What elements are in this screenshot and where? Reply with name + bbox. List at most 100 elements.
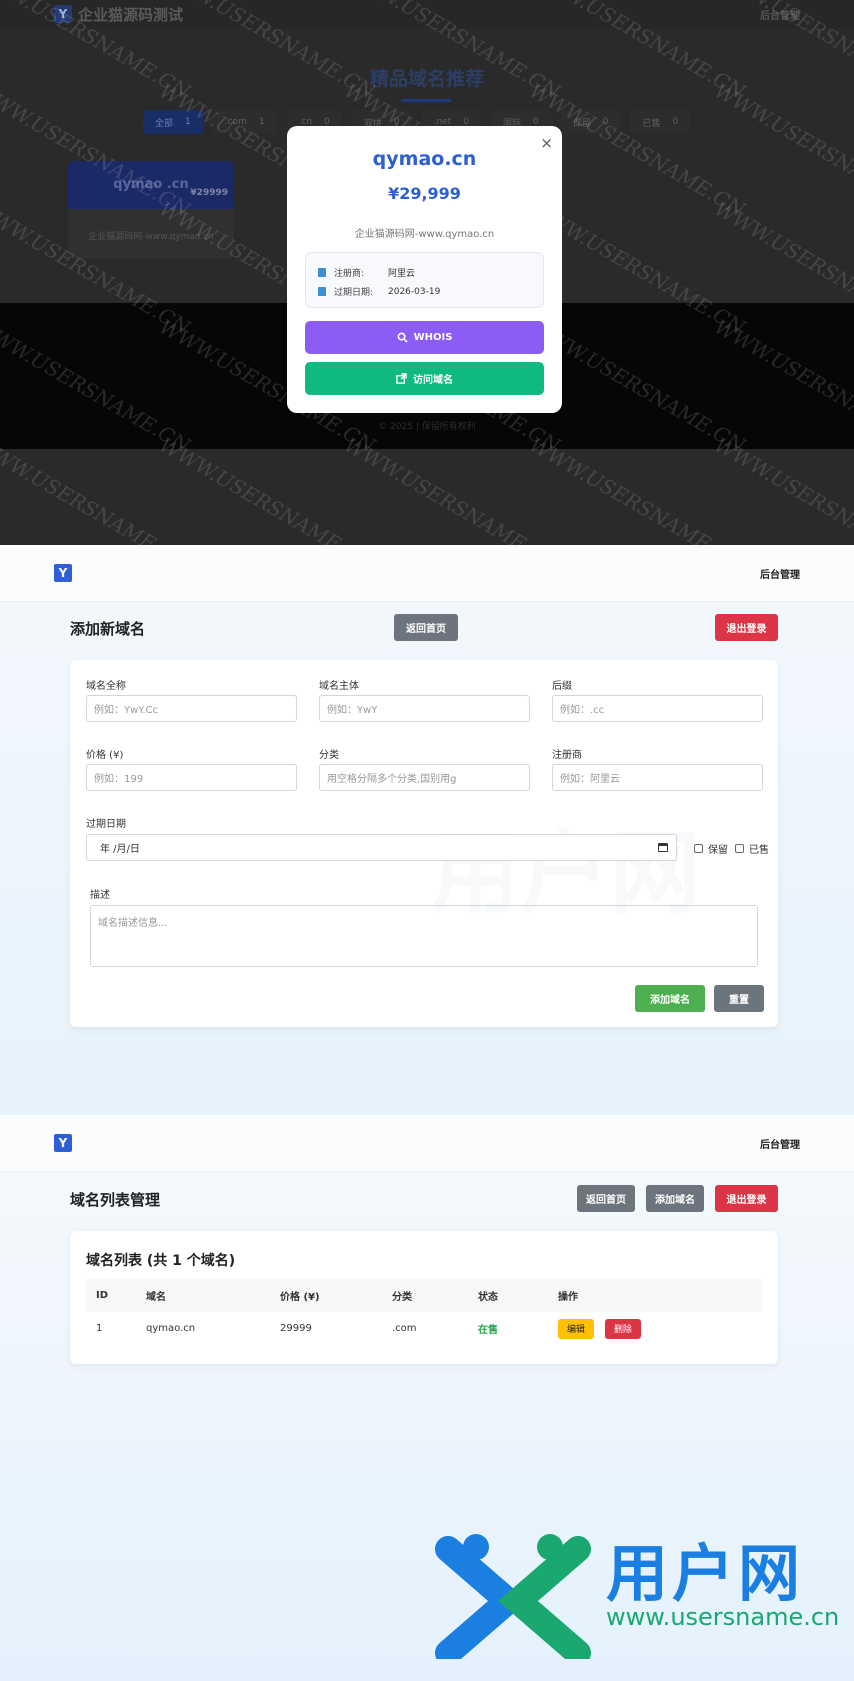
col-status: 状态: [478, 1292, 498, 1303]
filter-label: 保留: [572, 118, 591, 129]
building-icon: [318, 268, 326, 277]
watermark-text: WWW.USERSNAME.CN: [340, 432, 565, 545]
filter-com[interactable]: .com 1: [212, 110, 277, 134]
cell-category: .com: [392, 1323, 417, 1334]
sold-label: 已售: [749, 845, 769, 856]
date-format: 年 /月/日: [100, 844, 140, 855]
checkbox-box[interactable]: [735, 844, 744, 853]
domain-detail-modal: × qymao.cn ¥29,999 企业猫源码网-www.qymao.cn 注…: [287, 126, 562, 413]
full-domain-input[interactable]: 例如：YwY.Cc: [86, 695, 297, 722]
add-domain-page: Y 后台管理 添加新域名 返回首页 退出登录 用户网 域名全称 例如：YwY.C…: [0, 545, 854, 1115]
site-logo[interactable]: Y: [54, 5, 72, 23]
admin-logo[interactable]: Y: [54, 564, 72, 582]
category-input[interactable]: 用空格分隔多个分类,国别用g: [319, 764, 530, 791]
registrar-value: 阿里云: [388, 269, 416, 279]
whois-button[interactable]: WHOIS: [305, 321, 544, 354]
filter-label: .com: [224, 117, 247, 127]
section-title: 精品域名推荐: [369, 68, 484, 90]
modal-info-box: 注册商: 阿里云 过期日期: 2026-03-19: [305, 252, 544, 308]
list-title: 域名列表 (共 1 个域名): [86, 1253, 236, 1269]
domain-card[interactable]: qymao .cn ¥29999 企业猫源码网-www.qymao.cn: [68, 161, 234, 259]
whois-label: WHOIS: [413, 332, 453, 343]
brand-logo: 用户网 www.usersname.cn: [428, 1515, 854, 1681]
back-home-button[interactable]: 返回首页: [577, 1185, 635, 1212]
domain-main-input[interactable]: 例如：YwY: [319, 695, 530, 722]
section-underline: [401, 99, 451, 102]
checkbox-box[interactable]: [694, 844, 703, 853]
search-icon: [397, 332, 408, 343]
suffix-label: 后缀: [552, 681, 572, 692]
watermark-text: WWW.USERSNAME.CN: [525, 432, 750, 545]
modal-domain-name: qymao.cn: [372, 148, 477, 170]
add-domain-button[interactable]: 添加域名: [646, 1185, 704, 1212]
col-price: 价格 (¥): [280, 1292, 320, 1303]
filter-sold[interactable]: 已售 0: [630, 110, 691, 134]
domain-main-label: 域名主体: [319, 681, 359, 692]
col-category: 分类: [392, 1292, 412, 1303]
filter-count: 0: [602, 117, 609, 127]
brand-x-icon: [435, 1534, 591, 1659]
page-title: 添加新域名: [70, 620, 146, 638]
expiry-date-input[interactable]: 年 /月/日: [86, 834, 677, 861]
calendar-icon[interactable]: [658, 843, 668, 852]
description-textarea[interactable]: 域名描述信息...: [90, 905, 758, 967]
filter-count: 0: [672, 117, 679, 127]
visit-label: 访问域名: [413, 375, 453, 386]
reserved-label: 保留: [708, 845, 728, 856]
reserved-checkbox[interactable]: 保留: [694, 841, 728, 856]
admin-navbar: Y 后台管理: [0, 1115, 854, 1172]
watermark-text: WWW.USERSNAME.CN: [0, 432, 195, 545]
watermark-text: WWW.USERSNAME.CN: [155, 432, 380, 545]
price-input[interactable]: 例如：199: [86, 764, 297, 791]
reset-button[interactable]: 重置: [714, 985, 764, 1012]
admin-navbar: Y 后台管理: [0, 545, 854, 602]
delete-button[interactable]: 删除: [605, 1318, 642, 1339]
registrar-label: 注册商: [552, 750, 582, 761]
add-domain-button[interactable]: 添加域名: [635, 985, 705, 1012]
logout-button[interactable]: 退出登录: [715, 1185, 778, 1212]
watermark-text: WWW.USERSNAME.CN: [710, 432, 854, 545]
back-home-button[interactable]: 返回首页: [394, 614, 458, 641]
table-header: ID 域名 价格 (¥) 分类 状态 操作: [86, 1279, 762, 1312]
admin-nav-link[interactable]: 后台管理: [760, 566, 800, 581]
card-description: 企业猫源码网-www.qymao.cn: [88, 232, 214, 242]
cell-price: 29999: [280, 1323, 312, 1334]
add-domain-form: 用户网 域名全称 例如：YwY.Cc 域名主体 例如：YwY 后缀 例如：.cc…: [70, 660, 778, 1027]
price-label: 价格 (¥): [86, 750, 124, 761]
card-price: ¥29999: [190, 188, 228, 198]
category-label: 分类: [319, 750, 339, 761]
domain-list-card: 域名列表 (共 1 个域名) ID 域名 价格 (¥) 分类 状态 操作 1 q…: [70, 1231, 778, 1364]
page-title: 域名列表管理: [70, 1191, 161, 1209]
calendar-icon: [318, 287, 326, 296]
admin-nav-link[interactable]: 后台管理: [760, 1136, 800, 1151]
modal-description: 企业猫源码网-www.qymao.cn: [354, 229, 495, 240]
filter-label: 已售: [642, 118, 661, 129]
admin-link[interactable]: 后台管理: [760, 7, 800, 22]
storefront-preview: Y 企业猫源码测试 后台管理 精品域名推荐 全部 1 .com 1 .cn 0 双拼 0…: [0, 0, 854, 545]
cell-id: 1: [96, 1323, 103, 1334]
full-domain-label: 域名全称: [86, 681, 126, 692]
suffix-input[interactable]: 例如：.cc: [552, 695, 763, 722]
registrar-input[interactable]: 例如：阿里云: [552, 764, 763, 791]
modal-price: ¥29,999: [388, 184, 461, 203]
copyright: © 2025 | 保留所有权利: [378, 422, 476, 432]
col-id: ID: [96, 1290, 109, 1301]
filter-label: 全部: [155, 118, 174, 129]
filter-all[interactable]: 全部 1: [143, 110, 203, 134]
edit-button[interactable]: 编辑: [558, 1318, 595, 1339]
registrar-label: 注册商:: [334, 269, 365, 279]
external-link-icon: [396, 373, 407, 384]
status-badge: 在售: [478, 1325, 498, 1336]
filter-reserved[interactable]: 保留 0: [560, 110, 621, 134]
sold-checkbox[interactable]: 已售: [735, 841, 769, 856]
domain-table: ID 域名 价格 (¥) 分类 状态 操作 1 qymao.cn 29999 .…: [86, 1279, 762, 1345]
visit-domain-button[interactable]: 访问域名: [305, 362, 544, 395]
brand-chinese-name: 用户网: [606, 1537, 805, 1610]
expiry-value: 2026-03-19: [388, 286, 441, 297]
site-title: 企业猫源码测试: [78, 5, 184, 24]
domain-list-page: Y 后台管理 域名列表管理 返回首页 添加域名 退出登录 域名列表 (共 1 个…: [0, 1115, 854, 1681]
filter-count: 1: [258, 117, 265, 127]
expiry-row: 过期日期: 2026-03-19: [318, 282, 531, 301]
logout-button[interactable]: 退出登录: [715, 614, 778, 641]
admin-logo[interactable]: Y: [54, 1134, 72, 1152]
